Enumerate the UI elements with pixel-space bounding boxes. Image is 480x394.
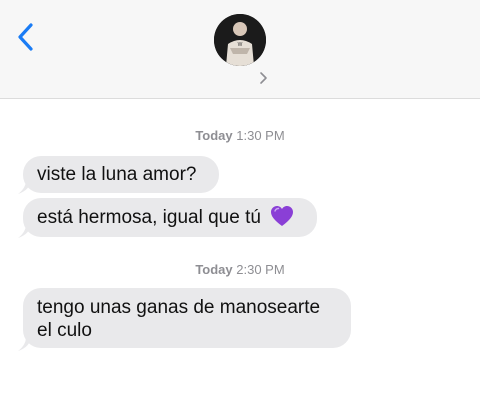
timestamp-time: 2:30 PM: [236, 262, 285, 277]
conversation-header: W: [0, 0, 480, 99]
timestamp-day: Today: [195, 128, 233, 143]
back-chevron-icon[interactable]: [14, 22, 38, 52]
svg-text:W: W: [238, 42, 243, 48]
timestamp-2: Today 2:30 PM: [0, 262, 480, 277]
message-text: viste la luna amor?: [37, 164, 197, 185]
contact-avatar[interactable]: W: [214, 14, 266, 66]
contact-details-chevron-icon[interactable]: [259, 71, 269, 85]
timestamp-time: 1:30 PM: [236, 128, 285, 143]
avatar-photo-icon: W: [214, 14, 266, 66]
message-bubble-1[interactable]: viste la luna amor?: [23, 156, 219, 193]
bubble-tail-icon: [18, 337, 31, 351]
bubble-tail-icon: [18, 180, 31, 194]
purple-heart-icon: [271, 206, 294, 226]
timestamp-1: Today 1:30 PM: [0, 128, 480, 143]
message-bubble-3[interactable]: tengo unas ganas de manosearte el culo: [23, 288, 351, 348]
timestamp-day: Today: [195, 262, 233, 277]
message-text: está hermosa, igual que tú: [37, 207, 261, 228]
message-bubble-2[interactable]: está hermosa, igual que tú: [23, 198, 317, 237]
message-text: tengo unas ganas de manosearte el culo: [37, 297, 321, 341]
bubble-tail-icon: [18, 224, 31, 238]
